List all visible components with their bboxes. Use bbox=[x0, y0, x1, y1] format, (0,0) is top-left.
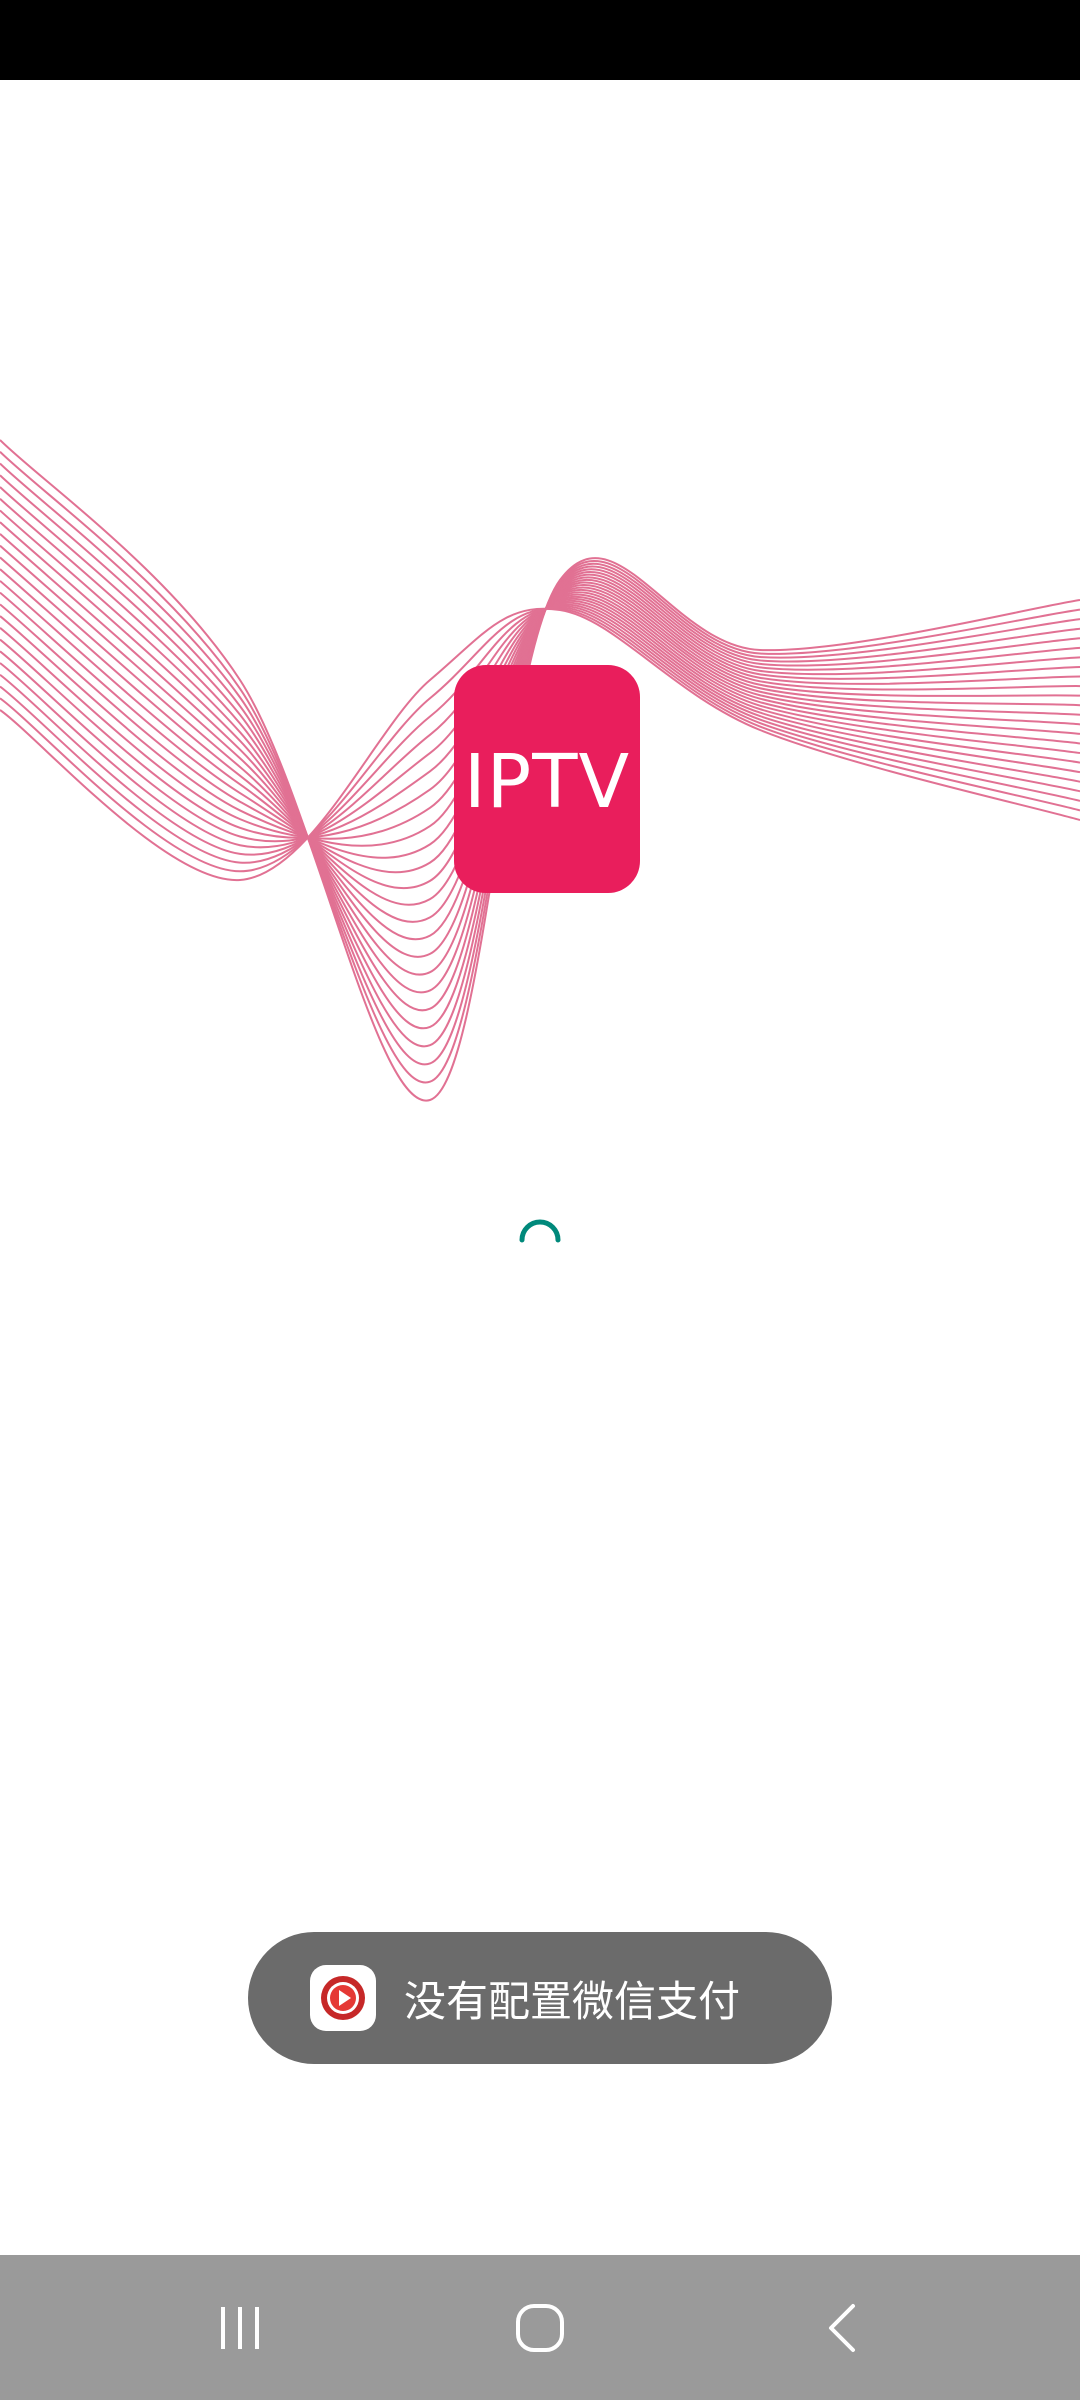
recents-icon bbox=[221, 2306, 259, 2349]
back-icon bbox=[829, 2303, 855, 2352]
toast: 没有配置微信支付 bbox=[248, 1932, 832, 2064]
status-bar bbox=[0, 0, 1080, 80]
recents-button[interactable] bbox=[170, 2255, 310, 2400]
back-button[interactable] bbox=[775, 2255, 915, 2400]
home-button[interactable] bbox=[470, 2255, 610, 2400]
video-play-icon bbox=[310, 1965, 376, 2031]
app-logo: IPTV bbox=[454, 665, 640, 893]
home-icon bbox=[516, 2303, 564, 2352]
toast-message: 没有配置微信支付 bbox=[404, 1976, 741, 2026]
screen: IPTV 没有配置微信支付 bbox=[0, 0, 1080, 2400]
app-logo-text: IPTV bbox=[463, 739, 631, 825]
loading-spinner bbox=[519, 1219, 561, 1243]
navigation-bar bbox=[0, 2255, 1080, 2400]
